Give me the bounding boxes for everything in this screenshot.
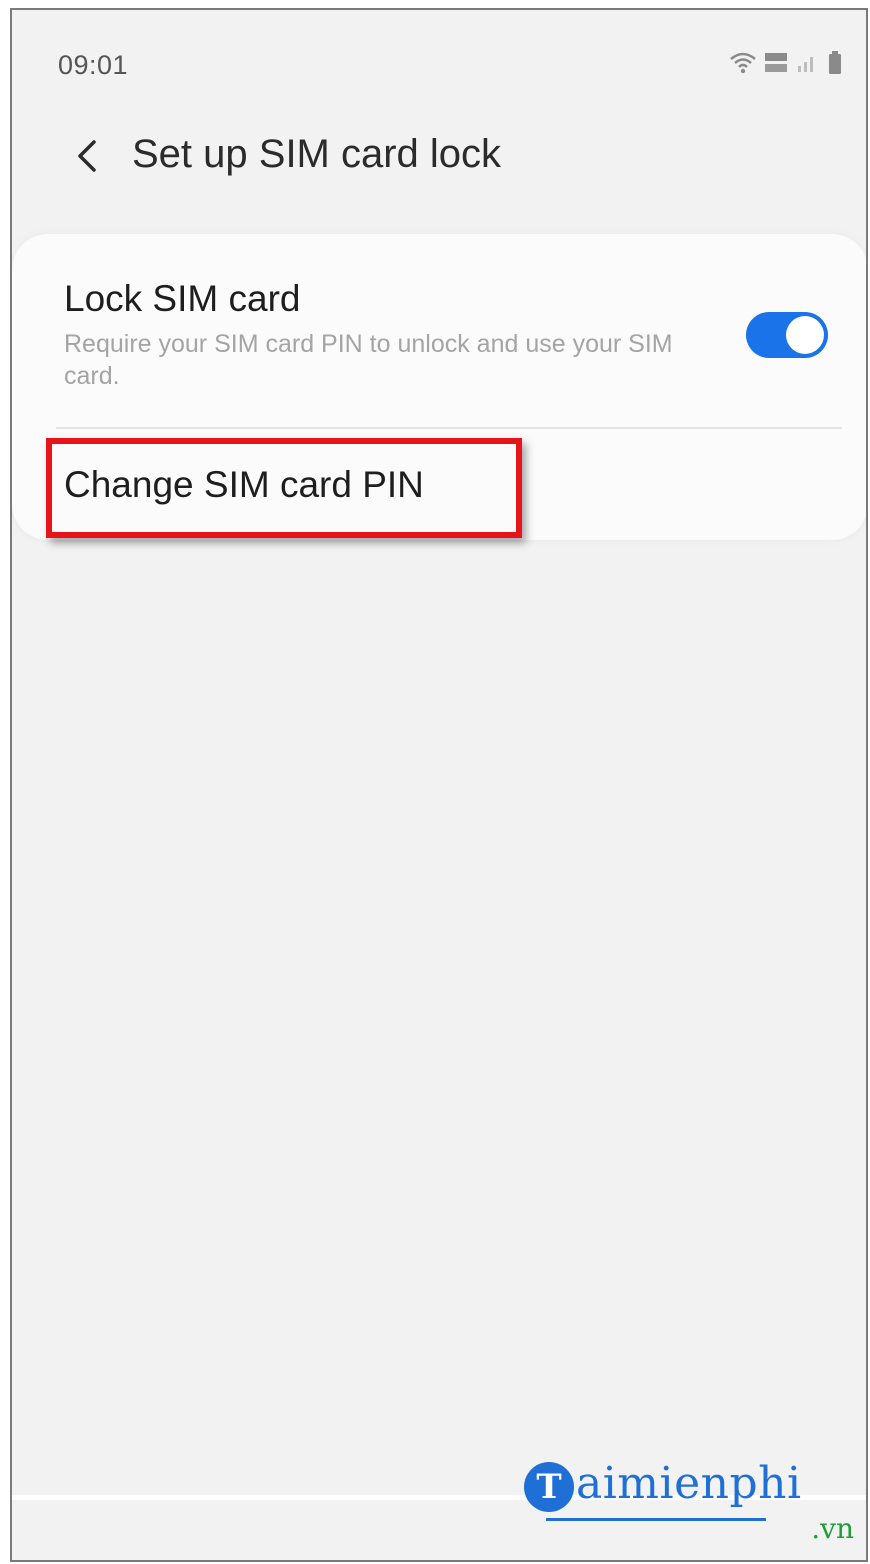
status-time: 09:01 [58, 50, 129, 80]
page-title: Set up SIM card lock [132, 132, 502, 176]
change-sim-card-pin-row[interactable]: Change SIM card PIN [12, 430, 866, 540]
phone-screen: 09:01 Set up SIM card lock Lock SIM card… [10, 8, 868, 1562]
volte-lte-icon [764, 51, 788, 75]
settings-card: Lock SIM card Require your SIM card PIN … [12, 234, 866, 540]
battery-icon [826, 50, 844, 76]
lock-sim-card-description: Require your SIM card PIN to unlock and … [64, 330, 673, 390]
app-header: Set up SIM card lock [12, 120, 866, 200]
watermark-badge: T [524, 1462, 574, 1512]
lock-sim-card-row[interactable]: Lock SIM card Require your SIM card PIN … [12, 234, 866, 426]
chevron-left-icon [74, 138, 98, 179]
lock-sim-card-toggle[interactable] [746, 312, 828, 358]
back-button[interactable] [56, 128, 116, 188]
status-icons [730, 50, 844, 76]
watermark-tld: .vn [811, 1512, 854, 1545]
status-bar: 09:01 [12, 10, 866, 120]
change-sim-card-pin-label: Change SIM card PIN [64, 464, 424, 505]
watermark-word: aimienphi [576, 1458, 802, 1509]
lock-sim-card-title: Lock SIM card [64, 278, 301, 319]
toggle-knob [786, 316, 824, 354]
watermark-badge-letter: T [536, 1467, 562, 1507]
wifi-icon [730, 52, 756, 74]
watermark-logo: T aimienphi .vn [524, 1456, 854, 1546]
signal-icon [796, 52, 818, 74]
watermark-underline [546, 1518, 766, 1521]
divider [56, 427, 842, 429]
